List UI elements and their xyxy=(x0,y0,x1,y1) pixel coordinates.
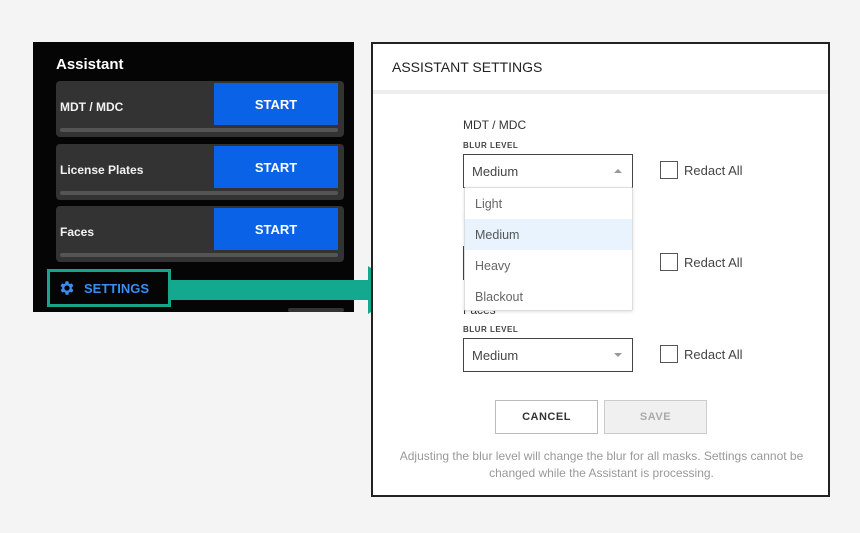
progress-bar xyxy=(60,253,338,257)
task-card-faces: Faces START xyxy=(56,206,344,262)
info-note: Adjusting the blur level will change the… xyxy=(399,449,804,480)
redact-all-license-plates[interactable]: Redact All xyxy=(660,253,743,271)
task-label: Faces xyxy=(60,225,95,239)
settings-label: SETTINGS xyxy=(84,280,150,296)
assistant-title: Assistant xyxy=(56,56,124,73)
assistant-settings-dialog: ASSISTANT SETTINGS MDT / MDC BLUR LEVEL … xyxy=(371,42,830,497)
gear-icon xyxy=(60,281,74,295)
blur-level-label: BLUR LEVEL xyxy=(463,325,519,334)
dialog-title: ASSISTANT SETTINGS xyxy=(373,44,828,94)
redact-label: Redact All xyxy=(684,162,743,178)
task-card-mdt: MDT / MDC START xyxy=(56,81,344,137)
progress-bar xyxy=(60,128,338,132)
blur-level-select-faces[interactable]: Medium xyxy=(463,338,633,372)
blur-level-select-mdt[interactable]: Medium xyxy=(463,154,633,188)
save-button[interactable]: SAVE xyxy=(604,400,707,434)
select-value: Medium xyxy=(472,347,519,363)
stage: Assistant MDT / MDC START License Plates… xyxy=(0,0,860,533)
blur-level-dropdown: Light Medium Heavy Blackout xyxy=(464,187,633,311)
section-title-mdt: MDT / MDC xyxy=(463,118,527,132)
redact-label: Redact All xyxy=(684,346,743,362)
dropdown-option[interactable]: Blackout xyxy=(465,281,632,312)
task-label: MDT / MDC xyxy=(60,100,124,114)
dropdown-option-selected[interactable]: Medium xyxy=(465,219,632,250)
dropdown-option[interactable]: Heavy xyxy=(465,250,632,281)
checkbox[interactable] xyxy=(660,161,678,179)
progress-bar xyxy=(60,191,338,195)
redact-label: Redact All xyxy=(684,254,743,270)
caret-up-icon xyxy=(614,169,622,173)
task-label: License Plates xyxy=(60,163,144,177)
checkbox[interactable] xyxy=(660,345,678,363)
redact-all-faces[interactable]: Redact All xyxy=(660,345,743,363)
task-card-license-plates: License Plates START xyxy=(56,144,344,200)
caret-down-icon xyxy=(614,353,622,357)
settings-button[interactable]: SETTINGS xyxy=(47,269,171,307)
blur-level-label: BLUR LEVEL xyxy=(463,141,519,150)
start-button[interactable]: START xyxy=(214,208,338,250)
select-value: Medium xyxy=(472,163,519,179)
start-button[interactable]: START xyxy=(214,83,338,125)
cancel-button[interactable]: CANCEL xyxy=(495,400,598,434)
dropdown-option[interactable]: Light xyxy=(465,188,632,219)
start-button[interactable]: START xyxy=(214,146,338,188)
redact-all-mdt[interactable]: Redact All xyxy=(660,161,743,179)
checkbox[interactable] xyxy=(660,253,678,271)
